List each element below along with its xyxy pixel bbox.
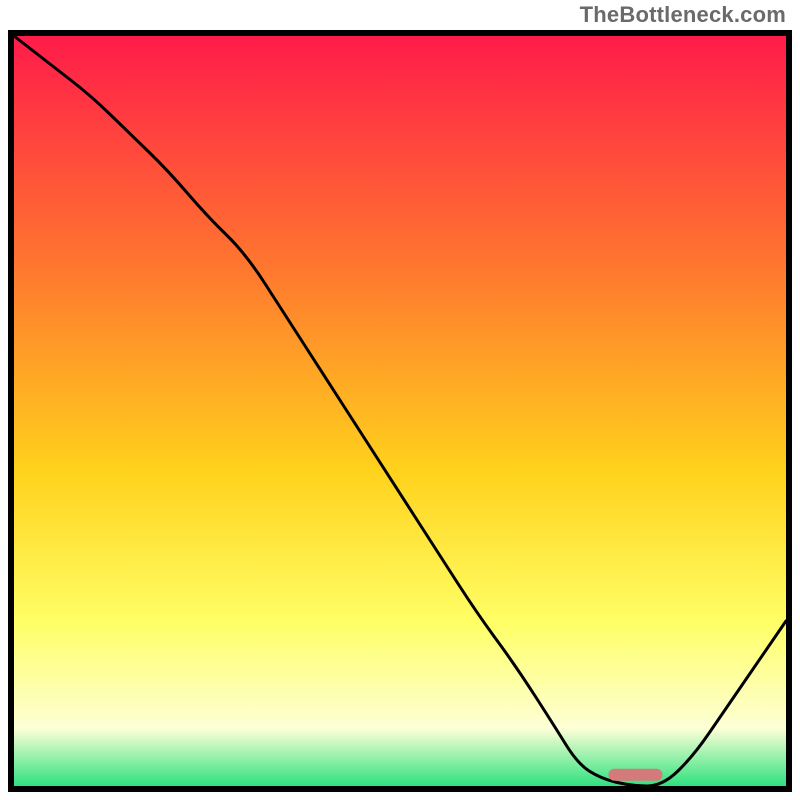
gradient-background: [11, 33, 789, 789]
optimum-marker: [608, 769, 662, 781]
attribution-label: TheBottleneck.com: [580, 2, 786, 28]
chart-svg: [8, 30, 792, 792]
plot-area: [8, 30, 792, 792]
chart-container: TheBottleneck.com: [0, 0, 800, 800]
